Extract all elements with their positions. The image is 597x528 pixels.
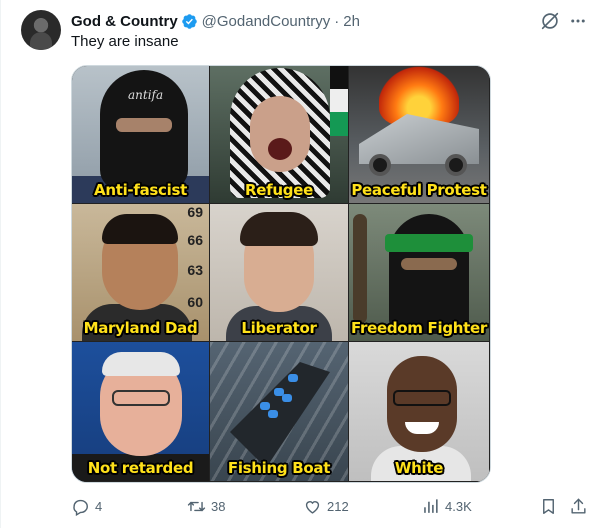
ruler-mark: 69 [187, 204, 203, 220]
handle[interactable]: @GodandCountryy [202, 13, 331, 30]
share-button[interactable] [569, 496, 593, 516]
meme-panel-fishing-boat: Fishing Boat [210, 342, 349, 482]
meme-panel-maryland-dad: 69 66 63 60 Maryland Dad [72, 204, 210, 342]
repost-button[interactable]: 38 [187, 496, 225, 516]
reply-button[interactable]: 4 [71, 496, 102, 516]
views-icon [424, 498, 438, 513]
ruler-mark: 63 [187, 262, 203, 278]
meme-panel-anti-fascist: antifa Anti-fascist [72, 66, 210, 204]
meme-panel-not-retarded: Not retarded [72, 342, 210, 482]
grok-icon[interactable] [539, 10, 561, 32]
panel-caption: Liberator [241, 319, 317, 337]
reply-icon [73, 499, 88, 516]
like-icon [305, 500, 320, 514]
separator-dot: · [334, 12, 340, 30]
panel-caption: Peaceful Protest [351, 181, 487, 199]
meme-panel-refugee: Refugee [210, 66, 349, 204]
tweet[interactable]: God & Country @GodandCountryy · 2h They … [0, 0, 597, 528]
bookmark-icon [543, 498, 554, 514]
meme-panel-freedom-fighter: Freedom Fighter [349, 204, 490, 342]
panel-caption: Refugee [245, 181, 313, 199]
avatar[interactable] [21, 10, 61, 50]
repost-count: 38 [211, 498, 226, 514]
timestamp[interactable]: 2h [343, 13, 360, 30]
view-count: 4.3K [445, 498, 472, 514]
panel-caption: Fishing Boat [227, 459, 331, 477]
like-button[interactable]: 212 [303, 496, 349, 516]
tweet-text: They are insane [71, 33, 179, 50]
more-icon[interactable] [567, 10, 589, 32]
ruler-mark: 66 [187, 232, 203, 248]
bookmark-button[interactable] [539, 496, 563, 516]
panel-caption: Anti-fascist [94, 181, 187, 199]
views-button[interactable]: 4.3K [421, 496, 472, 516]
panel-caption: Maryland Dad [83, 319, 198, 337]
reply-count: 4 [95, 498, 103, 514]
tweet-header: God & Country @GodandCountryy · 2h [71, 11, 360, 31]
ruler-mark: 60 [187, 294, 203, 310]
tweet-media[interactable]: antifa Anti-fascist Refugee Peaceful Pro… [71, 65, 491, 483]
share-icon [571, 498, 586, 514]
like-count: 212 [327, 498, 349, 514]
verified-badge-icon [181, 13, 197, 29]
display-name[interactable]: God & Country [71, 13, 178, 30]
panel-caption: White [394, 459, 444, 477]
panel-caption: Freedom Fighter [351, 319, 487, 337]
meme-panel-white: White [349, 342, 490, 482]
meme-panel-peaceful-protest: Peaceful Protest [349, 66, 490, 204]
tweet-actions: 4 38 212 4.3K [71, 496, 591, 518]
meme-panel-liberator: Liberator [210, 204, 349, 342]
repost-icon [187, 501, 206, 511]
panel-caption: Not retarded [87, 459, 194, 477]
